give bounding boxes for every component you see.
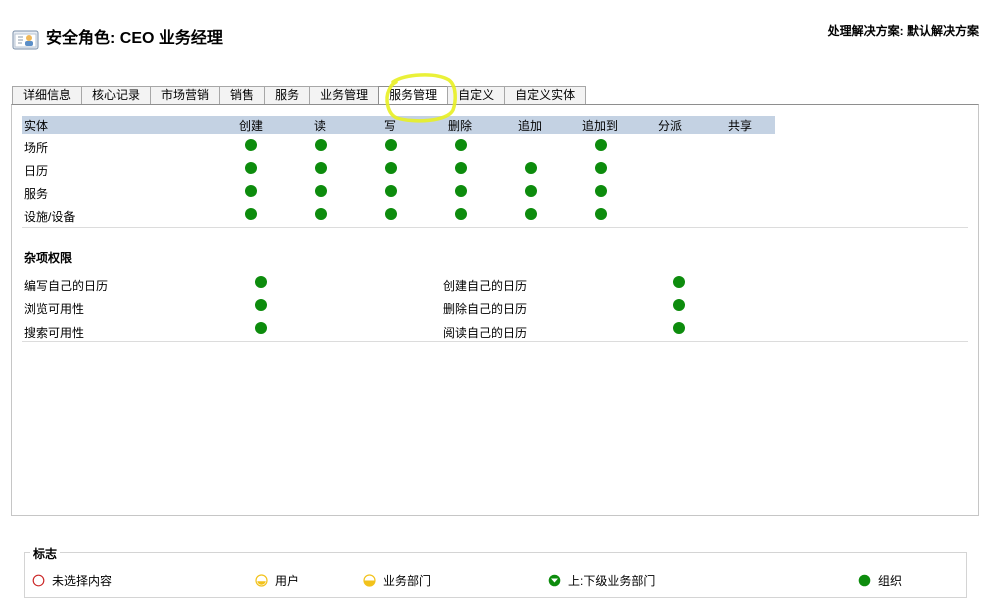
- misc-permission-level-organization[interactable]: [255, 276, 267, 288]
- permission-level-organization[interactable]: [245, 162, 257, 174]
- misc-permission-level-organization[interactable]: [255, 322, 267, 334]
- legend-label: 业务部门: [383, 574, 432, 588]
- column-header-entity: 实体: [24, 119, 49, 133]
- section-divider: [22, 227, 968, 228]
- permission-level-organization[interactable]: [385, 162, 397, 174]
- permission-level-organization[interactable]: [455, 139, 467, 151]
- permission-level-organization[interactable]: [315, 139, 327, 151]
- annotation-highlight: [385, 73, 457, 123]
- entity-row-label: 场所: [24, 141, 49, 155]
- permission-level-organization[interactable]: [385, 139, 397, 151]
- column-header-append-to: 追加到: [582, 119, 619, 133]
- permission-level-organization[interactable]: [315, 162, 327, 174]
- misc-privilege-label: 阅读自己的日历: [443, 326, 528, 340]
- tab-custom-entities[interactable]: 自定义实体: [504, 86, 587, 105]
- business-unit-icon: [363, 574, 376, 587]
- permission-level-organization[interactable]: [245, 139, 257, 151]
- security-role-icon: [12, 28, 40, 52]
- misc-privilege-label: 浏览可用性: [24, 302, 85, 316]
- permission-level-organization[interactable]: [525, 208, 537, 220]
- tab-strip: 详细信息 核心记录 市场营销 销售 服务 业务管理 服务管理 自定义 自定义实体: [12, 86, 587, 105]
- column-header-share: 共享: [728, 119, 753, 133]
- permission-level-organization[interactable]: [525, 185, 537, 197]
- column-header-assign: 分派: [658, 119, 683, 133]
- permission-level-organization[interactable]: [385, 185, 397, 197]
- legend-title: 标志: [30, 545, 61, 562]
- entity-row-label: 服务: [24, 187, 49, 201]
- organization-icon: [858, 574, 871, 587]
- misc-permission-level-organization[interactable]: [673, 299, 685, 311]
- legend-label: 组织: [878, 574, 903, 588]
- page-title: 安全角色: CEO 业务经理: [46, 30, 223, 47]
- tab-sales[interactable]: 销售: [219, 86, 266, 105]
- legend-box: [24, 552, 967, 598]
- permission-level-organization[interactable]: [595, 208, 607, 220]
- misc-privilege-label: 编写自己的日历: [24, 279, 109, 293]
- section-divider: [22, 341, 968, 342]
- tab-service[interactable]: 服务: [264, 86, 311, 105]
- entity-row-label: 日历: [24, 164, 49, 178]
- permission-level-organization[interactable]: [315, 208, 327, 220]
- permission-level-organization[interactable]: [595, 139, 607, 151]
- permission-level-organization[interactable]: [595, 185, 607, 197]
- legend-item-none: 未选择内容: [32, 572, 112, 589]
- legend-label: 未选择内容: [52, 574, 113, 588]
- user-level-icon: [255, 574, 268, 587]
- misc-permission-level-organization[interactable]: [673, 322, 685, 334]
- column-header-read: 读: [314, 119, 327, 133]
- column-header-create: 创建: [239, 119, 264, 133]
- misc-permission-level-organization[interactable]: [673, 276, 685, 288]
- solution-label: 处理解决方案: 默认解决方案: [827, 24, 979, 38]
- legend-label: 上:下级业务部门: [568, 574, 656, 588]
- permission-level-organization[interactable]: [315, 185, 327, 197]
- permission-level-organization[interactable]: [595, 162, 607, 174]
- permission-level-organization[interactable]: [455, 208, 467, 220]
- tab-core-records[interactable]: 核心记录: [81, 86, 152, 105]
- permission-level-organization[interactable]: [245, 185, 257, 197]
- legend-item-organization: 组织: [858, 572, 902, 589]
- misc-privilege-label: 创建自己的日历: [443, 279, 528, 293]
- empty-circle-icon: [32, 574, 45, 587]
- legend-item-business-unit: 业务部门: [363, 572, 431, 589]
- legend-item-user: 用户: [255, 572, 299, 589]
- misc-privilege-label: 搜索可用性: [24, 326, 85, 340]
- tab-marketing[interactable]: 市场营销: [150, 86, 221, 105]
- permission-level-organization[interactable]: [385, 208, 397, 220]
- parent-child-bu-icon: [548, 574, 561, 587]
- legend-item-parent-child: 上:下级业务部门: [548, 572, 655, 589]
- tab-business-management[interactable]: 业务管理: [309, 86, 380, 105]
- misc-privilege-label: 删除自己的日历: [443, 302, 528, 316]
- legend-label: 用户: [275, 574, 300, 588]
- permission-level-organization[interactable]: [525, 162, 537, 174]
- column-header-append: 追加: [518, 119, 543, 133]
- permission-level-organization[interactable]: [455, 185, 467, 197]
- entity-row-label: 设施/设备: [24, 210, 76, 224]
- misc-privileges-title: 杂项权限: [24, 251, 73, 265]
- permission-level-organization[interactable]: [455, 162, 467, 174]
- misc-permission-level-organization[interactable]: [255, 299, 267, 311]
- tab-details[interactable]: 详细信息: [12, 86, 83, 105]
- permission-level-organization[interactable]: [245, 208, 257, 220]
